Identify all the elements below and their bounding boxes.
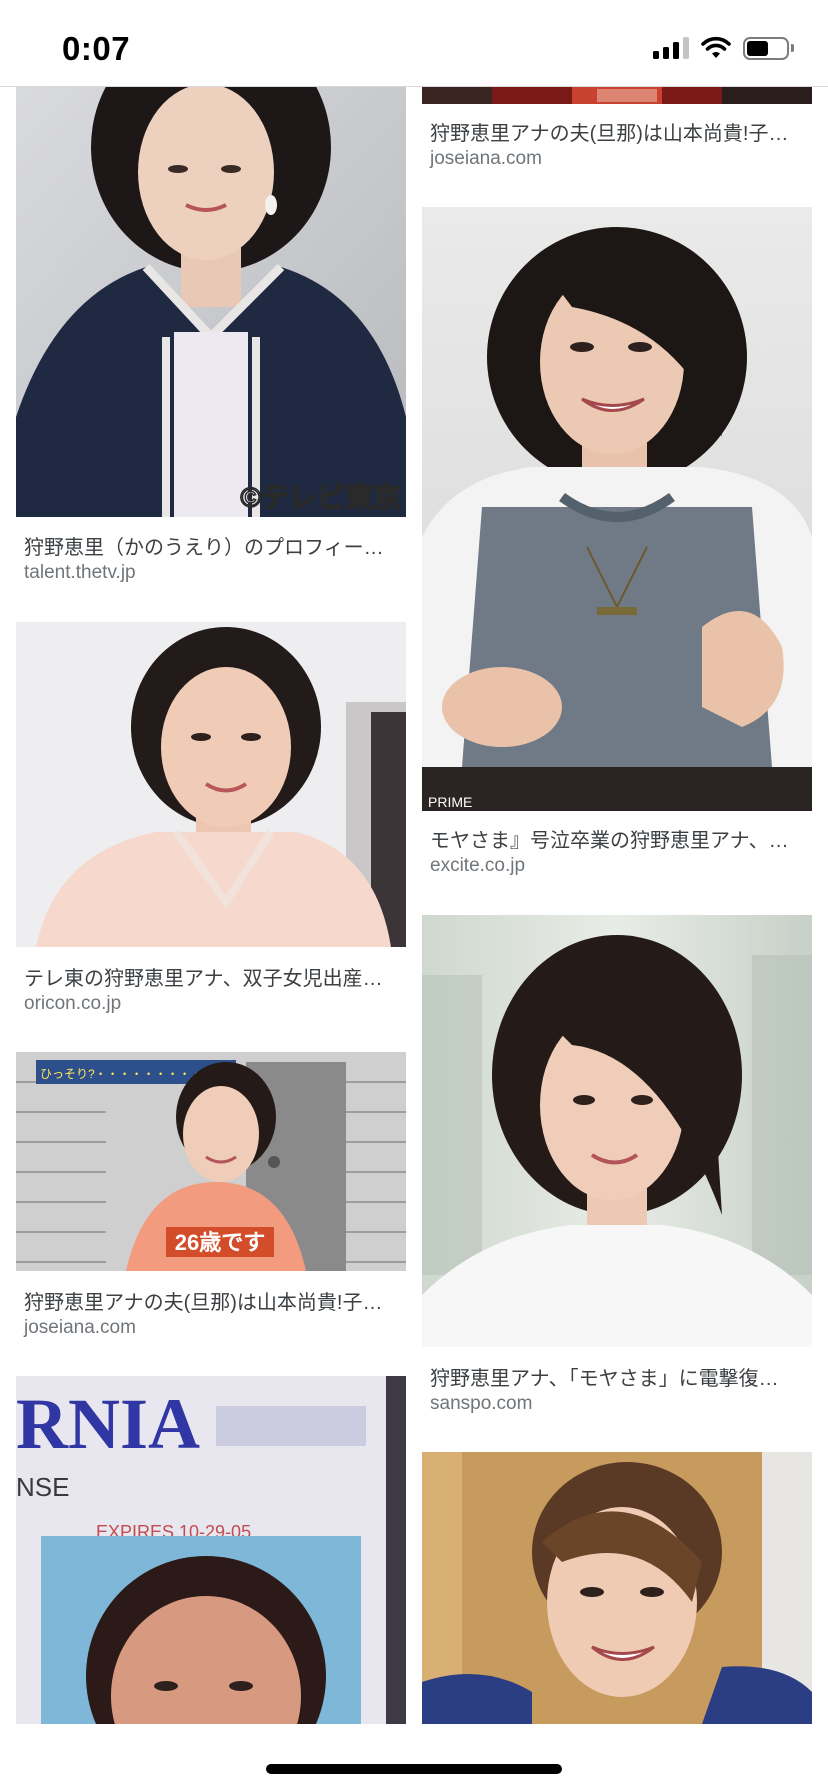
result-title[interactable]: 狩野恵里アナ、「モヤさま」に電撃復…	[430, 1362, 800, 1391]
result-thumbnail[interactable]: ©テレビ東京	[16, 87, 406, 517]
result-domain: sanspo.com	[430, 1393, 533, 1414]
result-domain: talent.thetv.jp	[24, 562, 136, 583]
result-domain: oricon.co.jp	[24, 993, 122, 1014]
result-thumbnail[interactable]	[422, 1452, 812, 1724]
home-indicator[interactable]	[266, 1764, 562, 1774]
result-title[interactable]: 狩野恵里アナの夫(旦那)は山本尚貴!子…	[430, 117, 800, 146]
wifi-icon	[701, 36, 731, 58]
svg-text:ひっそり?・・・・・・・・・・: ひっそり?・・・・・・・・・・	[40, 1067, 215, 1081]
result-thumbnail[interactable]: ひっそり?・・・・・・・・・・ 26歳です	[16, 1052, 406, 1271]
result-thumbnail[interactable]: RNIA NSE EXPIRES 10-29-05	[16, 1376, 406, 1724]
result-thumbnail[interactable]	[422, 915, 812, 1347]
thumbnail-overlay-text: RNIA	[16, 1384, 200, 1464]
result-title[interactable]: 狩野恵里アナの夫(旦那)は山本尚貴!子…	[24, 1286, 394, 1315]
result-domain: joseiana.com	[430, 148, 542, 169]
result-thumbnail[interactable]: PRIME	[422, 207, 812, 811]
thumbnail-watermark: ©テレビ東京	[240, 481, 401, 513]
result-domain: excite.co.jp	[430, 855, 526, 876]
status-bar: 0:07	[0, 0, 828, 87]
status-time: 0:07	[62, 30, 131, 67]
result-title[interactable]: テレ東の狩野恵里アナ、双子女児出産…	[24, 962, 394, 991]
result-domain: joseiana.com	[24, 1317, 136, 1338]
result-thumbnail[interactable]	[16, 622, 406, 947]
result-title[interactable]: モヤさま』号泣卒業の狩野恵里アナ、…	[430, 824, 800, 853]
result-title[interactable]: 狩野恵里（かのうえり）のプロフィー…	[24, 531, 394, 560]
svg-text:NSE: NSE	[16, 1472, 69, 1502]
thumbnail-overlay-text: 26歳です	[175, 1230, 265, 1255]
result-thumbnail[interactable]	[422, 87, 812, 104]
cellular-signal-icon	[653, 37, 689, 59]
thumbnail-watermark: PRIME	[428, 794, 472, 810]
battery-icon	[743, 36, 794, 60]
status-icons	[653, 36, 794, 60]
